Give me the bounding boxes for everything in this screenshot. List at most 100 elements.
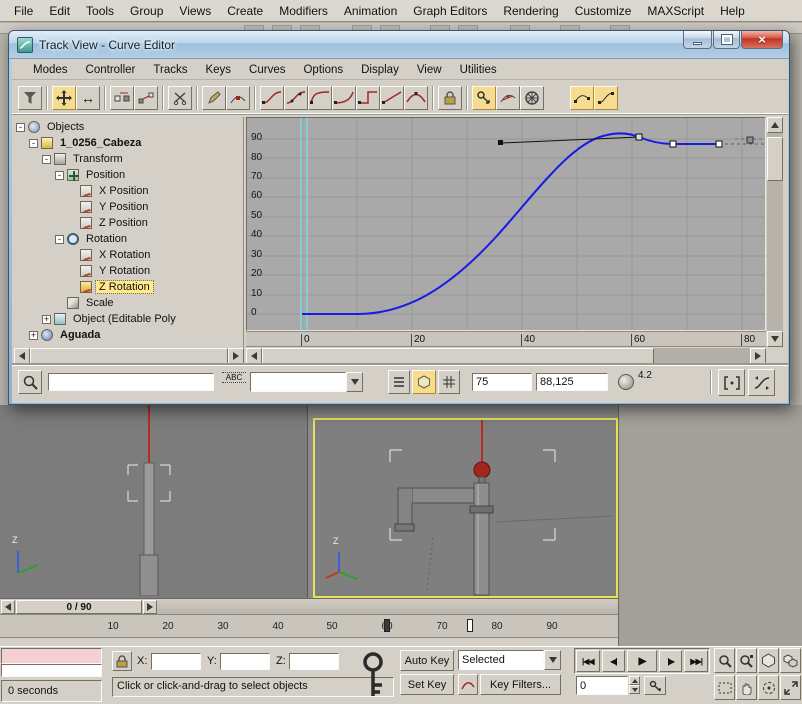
track-bar[interactable]: 10 20 30 40 50 60 70 80 90 [0,614,618,638]
horizontal-scroll-thumb[interactable] [262,348,654,364]
filters-button[interactable] [18,86,42,110]
tree-item-y-position[interactable]: Y Position [14,199,243,215]
time-slider-left-arrow[interactable] [1,600,15,614]
maxscript-mini-listener-pink[interactable] [1,648,102,664]
tree-expander[interactable]: - [16,123,25,132]
key-value-field[interactable] [536,373,608,391]
auto-key-button[interactable]: Auto Key [400,650,454,671]
track-view-menu-item[interactable]: View [408,62,451,78]
scroll-right-button[interactable] [750,348,766,364]
snap-frames-button[interactable] [412,370,436,394]
viewport-right-active[interactable]: Z [313,418,618,598]
tangent-handle-end[interactable] [498,140,503,145]
previous-frame-button[interactable]: ◀| [602,650,626,672]
slide-keys-button[interactable] [110,86,134,110]
track-view-window[interactable]: Track View - Curve Editor × ModesControl… [8,30,790,405]
track-view-menu-item[interactable]: Modes [24,62,77,78]
min-max-toggle-button[interactable] [780,675,801,700]
main-menu-item[interactable]: Help [712,2,753,20]
key-filters-button[interactable]: Key Filters... [480,674,561,695]
track-view-menu-item[interactable]: Options [294,62,352,78]
frame-spinner[interactable] [629,676,640,695]
set-tangents-slow-button[interactable] [332,86,356,110]
viewport-left[interactable]: Z [0,405,308,598]
track-view-menu-item[interactable]: Display [352,62,408,78]
zoom-horizontal-extents-button[interactable] [570,86,594,110]
tree-expander[interactable]: - [42,155,51,164]
go-to-end-button[interactable]: ▶▶| [684,650,708,672]
curve-key-selected[interactable] [716,141,722,147]
tree-item-x-position[interactable]: X Position [14,183,243,199]
tree-expander[interactable]: + [29,331,38,340]
keyframe-marker-75-selected[interactable] [467,619,473,632]
main-menu-item[interactable]: Rendering [495,2,566,20]
selection-lock-button[interactable] [112,651,132,671]
tree-expander[interactable]: - [55,171,64,180]
tree-item-editable-poly[interactable]: + Object (Editable Poly [14,311,243,327]
set-tangents-fast-button[interactable] [308,86,332,110]
set-tangents-auto-button[interactable] [260,86,284,110]
curve-key-selected[interactable] [670,141,676,147]
value-knob[interactable] [618,374,634,390]
keyframe-marker-60[interactable] [384,619,390,632]
track-view-menu-item[interactable]: Tracks [144,62,196,78]
close-button[interactable]: × [741,31,783,49]
zoom-extents-button[interactable] [758,648,779,673]
curve-key[interactable] [747,137,753,143]
main-menu-item[interactable]: Create [219,2,271,20]
zoom-extents-all-button[interactable] [780,648,801,673]
zoom-value-extents-button[interactable] [594,86,618,110]
main-menu-item[interactable]: Views [171,2,219,20]
plot-horizontal-scrollbar[interactable] [246,348,766,364]
track-view-menu-item[interactable]: Utilities [451,62,506,78]
set-tangents-linear-button[interactable] [380,86,404,110]
curve-plot[interactable]: 90 80 70 60 50 40 30 20 10 0 [246,117,766,331]
selection-filter-dropdown[interactable]: Selected [458,650,544,670]
minimize-button[interactable] [683,31,712,49]
track-view-menu-item[interactable]: Curves [240,62,294,78]
scroll-up-button[interactable] [767,117,783,133]
zoom-selected-object-button[interactable] [18,370,42,394]
setkey-big-key-icon[interactable] [352,649,394,701]
tree-scroll-thumb[interactable] [30,348,228,364]
set-tangents-custom-button[interactable] [284,86,308,110]
zoom-all-button[interactable] [736,648,757,673]
zoom-region-button[interactable] [714,675,735,700]
tree-expander[interactable]: - [29,139,38,148]
show-grid-button[interactable] [438,370,460,394]
track-name-field[interactable] [48,373,214,391]
zoom-button[interactable] [714,648,735,673]
scroll-left-button[interactable] [14,348,30,364]
tree-expander[interactable]: + [42,315,51,324]
pan-button[interactable] [736,675,757,700]
delete-keys-button[interactable] [168,86,192,110]
main-menu-item[interactable]: Tools [78,2,122,20]
time-slider-button[interactable]: 0 / 90 [16,600,142,614]
tree-expander[interactable]: - [55,235,64,244]
tree-item-z-position[interactable]: Z Position [14,215,243,231]
tree-item-objects[interactable]: - Objects [14,119,243,135]
draw-curves-button[interactable] [202,86,226,110]
scroll-left-button[interactable] [246,348,262,364]
set-key-button[interactable]: Set Key [400,674,454,695]
selection-filter-dropdown-arrow[interactable] [544,650,561,670]
tree-item-scale[interactable]: Scale [14,295,243,311]
maximize-button[interactable] [713,31,740,49]
track-view-menu-item[interactable]: Keys [196,62,240,78]
key-time-field[interactable] [472,373,532,391]
track-set-dropdown[interactable] [250,372,346,392]
tree-item-x-rotation[interactable]: X Rotation [14,247,243,263]
key-mode-toggle-button[interactable] [644,676,666,695]
parameter-curve-out-of-range-button[interactable] [520,86,544,110]
play-button[interactable]: ▶ [627,650,657,672]
tree-item-transform[interactable]: - Transform [14,151,243,167]
z-coord-field[interactable] [289,653,339,670]
arc-rotate-button[interactable] [758,675,779,700]
go-to-start-button[interactable]: |◀◀ [576,650,600,672]
show-tangents-button[interactable] [496,86,520,110]
frame-spinner-up[interactable] [629,676,640,685]
frame-spinner-down[interactable] [629,685,640,694]
time-ruler[interactable]: 0 20 40 60 80 [246,331,766,347]
main-menu-item[interactable]: File [6,2,41,20]
lock-selection-button[interactable] [438,86,462,110]
